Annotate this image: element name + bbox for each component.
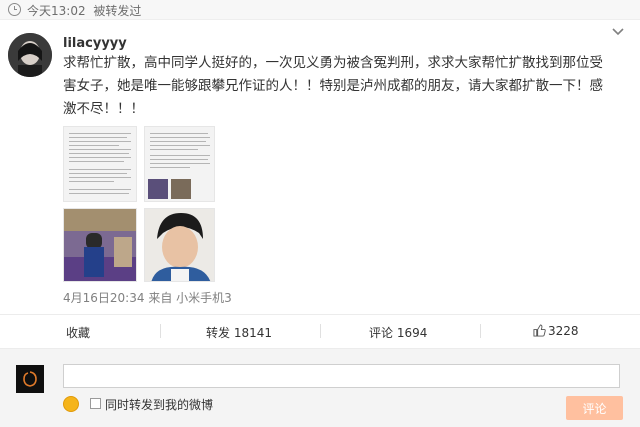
post-meta: 4月16日20:34 来自 小米手机3 bbox=[63, 289, 232, 306]
username-link[interactable]: lilacyyyy bbox=[63, 36, 127, 51]
comment-button[interactable]: 评论 1694 bbox=[369, 324, 427, 341]
action-bar: 收藏 转发 18141 评论 1694 3228 bbox=[0, 315, 640, 347]
like-count: 3228 bbox=[548, 324, 579, 338]
divider bbox=[160, 324, 161, 338]
comment-input[interactable] bbox=[63, 364, 620, 388]
repost-checkbox[interactable] bbox=[90, 398, 101, 409]
collect-button[interactable]: 收藏 bbox=[66, 324, 90, 341]
emoji-icon[interactable] bbox=[63, 396, 79, 412]
source-link[interactable]: 小米手机3 bbox=[176, 291, 232, 305]
post-status-bar: 今天13:02 被转发过 bbox=[0, 0, 640, 20]
avatar[interactable] bbox=[8, 33, 52, 77]
post-text: 求帮忙扩散，高中同学人挺好的，一次见义勇为被含冤判刑，求求大家帮忙扩散找到那位受… bbox=[63, 55, 603, 117]
clock-icon bbox=[8, 3, 21, 16]
thumbnail-document-1[interactable] bbox=[63, 126, 137, 202]
repost-checkbox-label[interactable]: 同时转发到我的微博 bbox=[105, 396, 213, 413]
thumbs-up-icon bbox=[533, 324, 546, 337]
repost-button[interactable]: 转发 18141 bbox=[206, 324, 272, 341]
like-button[interactable]: 3228 bbox=[533, 324, 579, 338]
thumbnail-photo-selfie[interactable] bbox=[144, 208, 215, 282]
status-meta: 今天13:02 被转发过 bbox=[27, 2, 145, 19]
thumbnail-photo-gym[interactable] bbox=[63, 208, 137, 282]
post-time-label: 今天13:02 bbox=[27, 4, 86, 18]
source-prefix: 来自 bbox=[148, 291, 173, 305]
submit-comment-button[interactable]: 评论 bbox=[566, 396, 623, 420]
divider bbox=[480, 324, 481, 338]
status-label: 被转发过 bbox=[93, 4, 142, 18]
thumbnail-document-2[interactable] bbox=[144, 126, 215, 202]
my-avatar[interactable] bbox=[16, 365, 44, 393]
post-date-link[interactable]: 4月16日20:34 bbox=[63, 291, 145, 305]
chevron-down-icon[interactable] bbox=[612, 28, 624, 36]
divider bbox=[320, 324, 321, 338]
